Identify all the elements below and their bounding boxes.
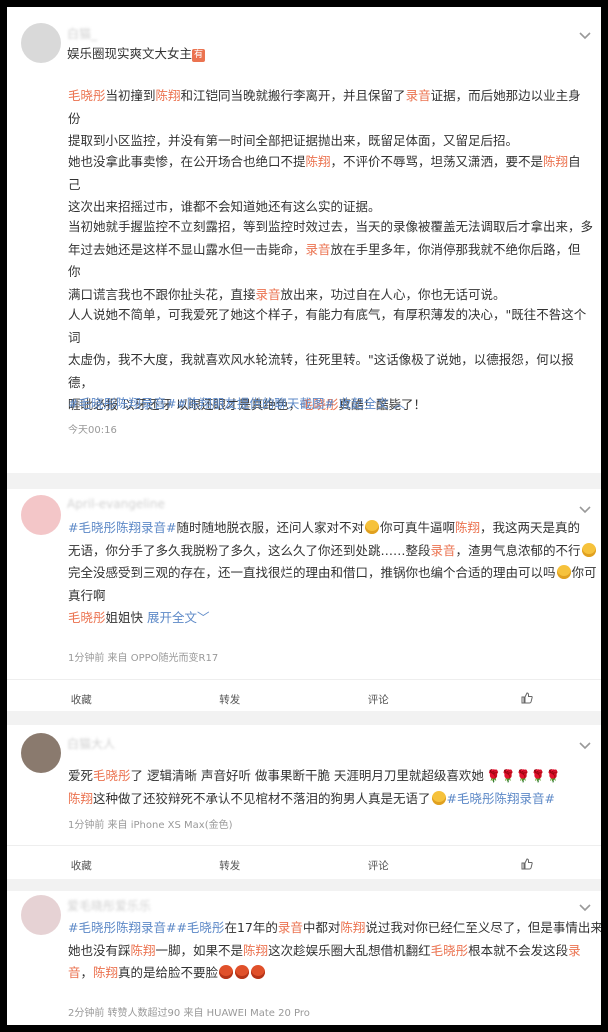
comment-card: April-evangeline #毛晓彤陈翔录音#随时随地脱衣服，还问人家对不… [7,489,601,711]
user-subtitle: 娱乐圈现实爽文大女主有 [67,46,206,62]
comment-meta: 1分钟前 来自 iPhone XS Max(金色) [68,820,233,831]
comment-meta: 1分钟前 来自 OPPO随光而变R17 [68,653,219,664]
topic-tag[interactable]: #陈翔朋友提供的聊天截图# [176,396,334,411]
avatar[interactable] [21,23,61,63]
chevron-down-icon[interactable] [579,739,591,751]
divider [7,711,601,725]
comment-card: 爱毛晓彤爱乐乐 #毛晓彤陈翔录音##毛晓彤在17年的录音中都对陈翔说过我对你已经… [7,891,601,1025]
emoji-icon [364,520,379,534]
thumbs-up-icon [521,692,533,704]
post-paragraph-1: 毛晓彤当初撞到陈翔和江铠同当晚就搬行李离开，并且保留了录音证据，而后她那边以业主… [68,88,581,148]
username[interactable]: 白猫大人 [67,735,115,752]
comment-text: #毛晓彤陈翔录音##毛晓彤在17年的录音中都对陈翔说过我对你已经仁至义尽了，但是… [68,920,601,980]
expand-link[interactable]: 展开全文﹀ [147,610,210,625]
chevron-down-icon[interactable] [579,901,591,913]
avatar[interactable] [21,733,61,773]
emoji-icon [581,542,596,557]
post-paragraph-3: 当初她就手握监控不立刻露招，等到监控时效过去，当天的录像被覆盖无法调取后才拿出来… [68,219,594,302]
weibo-feed: 白猫_ 娱乐圈现实爽文大女主有 毛晓彤当初撞到陈翔和江铠同当晚就搬行李离开，并且… [7,7,601,1025]
comment-card: 白猫大人 爱死毛晓彤了 逻辑清晰 声音好听 做事果断干脆 天涯明月刀里就超级喜欢… [7,725,601,885]
username[interactable]: 白猫_ [67,25,97,42]
emoji-icon [219,965,234,979]
emoji-icon [251,965,266,979]
chevron-down-icon[interactable] [579,29,591,41]
post-time: 今天00:16 [68,425,117,436]
post-card: 白猫_ 娱乐圈现实爽文大女主有 毛晓彤当初撞到陈翔和江铠同当晚就搬行李离开，并且… [7,7,601,477]
divider [7,879,601,891]
username[interactable]: 爱毛晓彤爱乐乐 [67,897,151,914]
topic-tag[interactable]: #毛晓彤陈翔录音# [68,396,176,411]
emoji-icon [431,790,446,805]
divider [7,473,601,489]
comment-meta: 2分钟前 转赞人数超过90 来自 HUAWEI Mate 20 Pro [68,1008,310,1019]
comment-text: 爱死毛晓彤了 逻辑清晰 声音好听 做事果断干脆 天涯明月刀里就超级喜欢她 🌹🌹🌹🌹… [68,768,561,806]
post-paragraph-2: 她也没拿此事卖惨，在公开场合也绝口不提陈翔，不评价不辱骂，坦荡又潇洒，要不是陈翔… [68,154,581,214]
emoji-icon [235,965,250,979]
thumbs-up-icon [521,858,533,870]
post-tags: #毛晓彤陈翔录音##陈翔朋友提供的聊天截图# 收起全文 ︿ [68,393,593,416]
comment-text: #毛晓彤陈翔录音#随时随地脱衣服，还问人家对不对 你可真牛逼啊陈翔，我这两天是真的… [68,520,597,625]
chevron-down-icon[interactable] [579,503,591,515]
emoji-icon [556,565,571,579]
username[interactable]: April-evangeline [67,497,165,511]
avatar[interactable] [21,495,61,535]
avatar[interactable] [21,895,61,935]
rose-icon: 🌹🌹🌹🌹🌹 [485,769,561,783]
collapse-link[interactable]: 收起全文 ︿ [339,396,406,411]
verified-badge: 有 [192,49,206,62]
